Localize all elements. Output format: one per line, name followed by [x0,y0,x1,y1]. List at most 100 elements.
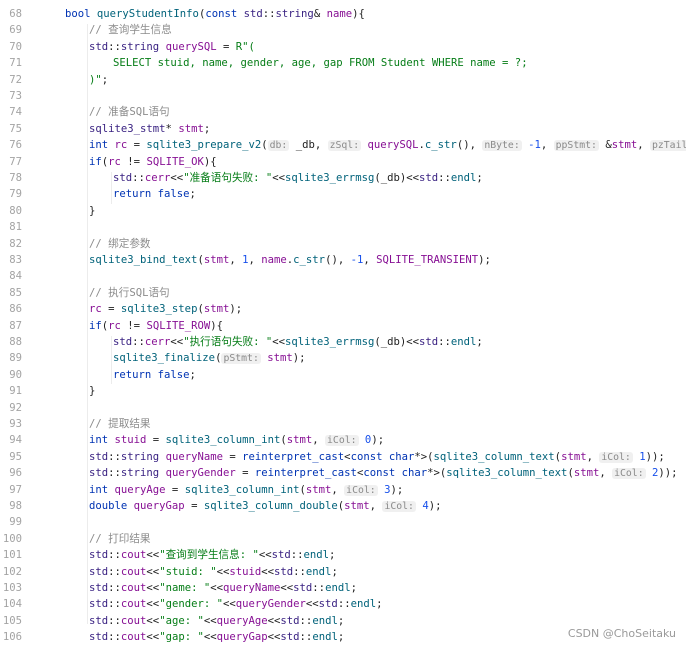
code-token: std [293,582,313,594]
code-token: (_db)<< [374,172,419,184]
code-line[interactable]: 68 bool queryStudentInfo(const std::strin… [0,6,686,22]
code-text: std::cerr<<"准备语句失败: "<<sqlite3_errmsg(_d… [113,170,483,186]
code-line[interactable]: 102 std::cout<<"stuid: "<<stuid<<std::end… [0,564,686,580]
code-line[interactable]: 76 int rc = sqlite3_prepare_v2(db: _db, z… [0,137,686,153]
code-line[interactable]: 100 // 打印结果 [0,531,686,547]
code-token: ; [337,614,345,627]
code-token: reinterpret_cast [254,467,357,480]
code-line[interactable]: 71 SELECT stuid, name, gender, age, gap F… [0,55,686,71]
code-line[interactable]: 89 sqlite3_finalize(pStmt: stmt); [0,350,686,366]
code-token: , [369,500,383,512]
code-line[interactable]: 79 return false; [0,186,686,202]
line-number: 79 [9,188,22,201]
code-token: ); [292,352,306,365]
code-line[interactable]: 83 sqlite3_bind_text(stmt, 1, name.c_str(… [0,252,686,268]
code-line[interactable]: 92 [0,400,686,416]
code-line[interactable]: 81 [0,219,686,235]
code-token: // 打印结果 [89,532,151,545]
code-token: std [89,582,109,594]
code-line[interactable]: 87 if(rc != SQLITE_ROW){ [0,318,686,334]
code-token: << [280,582,294,594]
code-line[interactable]: 73 [0,88,686,104]
code-line[interactable]: 103 std::cout<<"name: "<<queryName<<std::… [0,580,686,596]
code-token: string [275,8,314,20]
code-token: std [89,450,109,463]
code-line[interactable]: 104 std::cout<<"gender: "<<queryGender<<s… [0,596,686,612]
code-line[interactable]: 75 sqlite3_stmt* stmt; [0,121,686,137]
code-token: ); [229,303,243,316]
line-number: 102 [2,565,22,578]
inlay-hint: nByte: [482,140,522,152]
code-token: ; [337,631,345,644]
code-token: stmt [344,500,370,512]
code-token: cout [120,549,147,562]
code-token: cout [120,598,147,611]
code-line[interactable]: 84 [0,268,686,284]
code-token: std [271,549,291,562]
code-text: SELECT stuid, name, gender, age, gap FRO… [113,55,528,71]
code-text: return false; [113,186,196,202]
code-token: stmt [286,434,313,447]
code-token: ){ [203,155,217,168]
code-line[interactable]: 78 std::cerr<<"准备语句失败: "<<sqlite3_errmsg(… [0,170,686,186]
code-line[interactable]: 69 // 查询学生信息 [0,22,686,38]
code-token: std [243,8,263,20]
code-line[interactable]: 95 std::string queryName = reinterpret_ca… [0,449,686,465]
code-token: )); [658,467,678,480]
code-editor[interactable]: 68 bool queryStudentInfo(const std::strin… [0,0,686,646]
code-line[interactable]: 74 // 准备SQL语句 [0,104,686,120]
code-token: sqlite3_errmsg [285,336,375,348]
code-token: -1 [350,254,364,266]
code-line[interactable]: 101 std::cout<<"查询到学生信息: "<<std::endl; [0,547,686,563]
code-line[interactable]: 82 // 绑定参数 [0,236,686,252]
code-token: :: [108,598,121,611]
code-token: sqlite3_step [120,303,198,316]
code-token: string [120,40,166,53]
code-line[interactable]: 90 return false; [0,367,686,383]
inlay-hint: iCol: [325,435,359,447]
code-token: != [120,155,147,168]
line-number: 85 [9,286,22,299]
code-token: int [89,139,115,152]
line-number: 75 [9,122,22,135]
code-line[interactable]: 86 rc = sqlite3_step(stmt); [0,301,686,317]
code-line[interactable]: 70 std::string querySQL = R"( [0,39,686,55]
code-line[interactable]: 85 // 执行SQL语句 [0,285,686,301]
code-token: std [113,172,133,184]
line-number: 72 [9,73,22,86]
line-number: 89 [9,352,22,365]
code-text: rc = sqlite3_step(stmt); [89,301,242,317]
code-line[interactable]: 93 // 提取结果 [0,416,686,432]
code-line[interactable]: 96 std::string queryGender = reinterpret_… [0,465,686,481]
code-token: << [203,614,217,627]
code-line[interactable]: 72)"; [0,72,686,88]
code-token: :: [108,565,121,578]
code-line[interactable]: 99 [0,514,686,530]
code-token: queryGap [216,631,268,644]
code-token: _db, [289,139,328,152]
code-text: std::cout<<"name: "<<queryName<<std::end… [89,580,357,596]
code-token: "age: " [159,614,204,627]
code-line[interactable]: 77 if(rc != SQLITE_OK){ [0,154,686,170]
code-line[interactable]: 91} [0,383,686,399]
code-line[interactable]: 80} [0,203,686,219]
code-text: std::string queryName = reinterpret_cast… [89,449,665,466]
line-number: 99 [9,516,22,529]
line-number: 76 [9,139,22,152]
code-token: ); [428,500,442,512]
code-token: << [272,172,286,184]
code-text: std::cout<<"gap: "<<queryGap<<std::endl; [89,629,344,645]
code-line[interactable]: 94 int stuid = sqlite3_column_int(stmt, i… [0,432,686,448]
code-token: if [89,155,102,168]
code-line[interactable]: 88 std::cerr<<"执行语句失败: "<<sqlite3_errmsg(… [0,334,686,350]
code-line[interactable]: 97 int queryAge = sqlite3_column_int(stmt… [0,482,686,498]
code-token: std [89,549,109,562]
code-token: // 提取结果 [89,418,151,430]
code-token: const char [350,450,415,463]
code-token: queryGender [235,598,306,611]
code-token: name [261,254,287,266]
code-text: int rc = sqlite3_prepare_v2(db: _db, zSq… [89,137,686,154]
code-text: if(rc != SQLITE_ROW){ [89,318,223,334]
code-line[interactable]: 98 double queryGap = sqlite3_column_doubl… [0,498,686,514]
line-number: 103 [2,582,22,594]
